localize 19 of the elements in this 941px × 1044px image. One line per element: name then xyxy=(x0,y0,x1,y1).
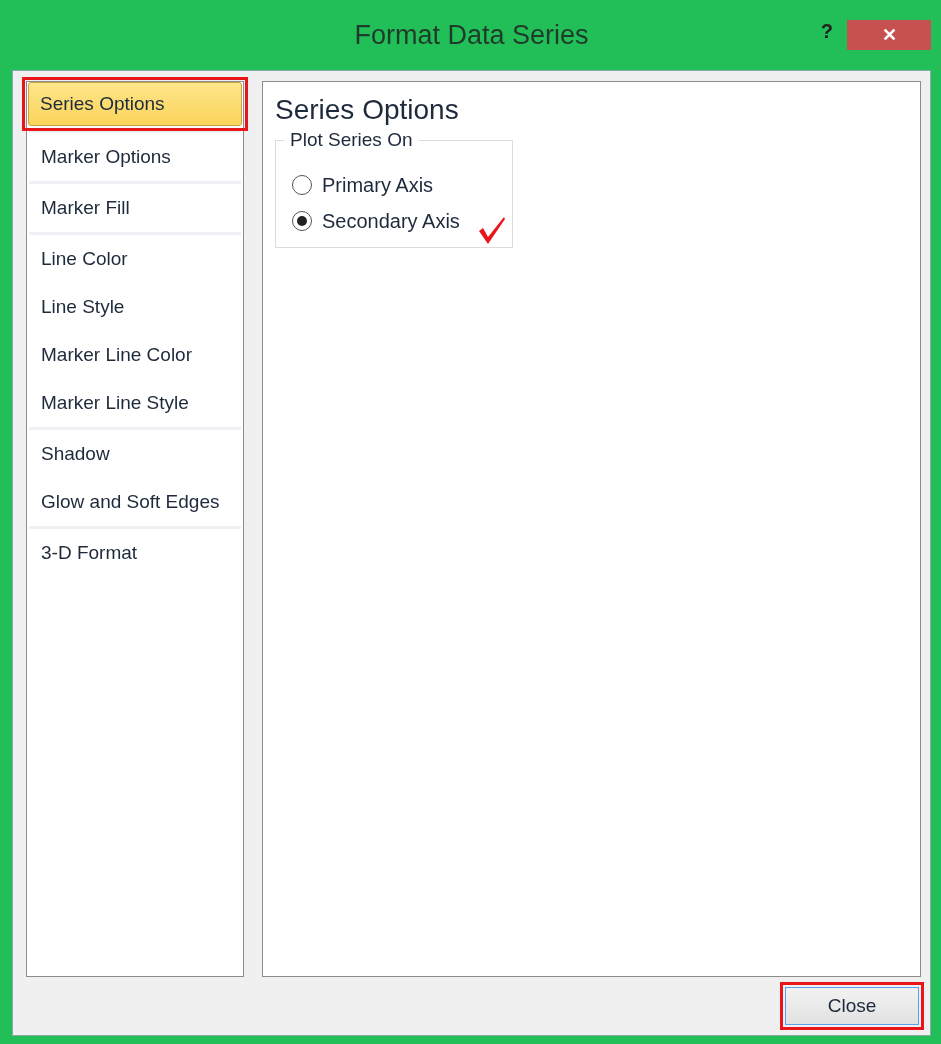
category-item[interactable]: Line Color xyxy=(29,237,241,281)
category-item[interactable]: Shadow xyxy=(29,432,241,476)
panel-heading: Series Options xyxy=(275,94,460,126)
category-item[interactable]: Glow and Soft Edges xyxy=(29,480,241,524)
category-item[interactable]: Marker Fill xyxy=(29,186,241,230)
category-item[interactable]: Series Options xyxy=(28,82,242,126)
category-item[interactable]: 3-D Format xyxy=(29,531,241,575)
category-item[interactable]: Marker Options xyxy=(29,135,241,179)
radio-label[interactable]: Primary Axis xyxy=(322,173,434,197)
category-item[interactable]: Marker Line Style xyxy=(29,381,241,425)
category-item[interactable]: Marker Line Color xyxy=(29,333,241,377)
radio-button[interactable] xyxy=(292,211,312,231)
close-button[interactable]: Close xyxy=(785,987,919,1025)
radio-button[interactable] xyxy=(292,175,312,195)
help-button[interactable]: ? xyxy=(820,20,833,43)
close-window-button[interactable]: ✕ xyxy=(847,20,931,50)
radio-label[interactable]: Secondary Axis xyxy=(322,209,460,233)
window-title: Format Data Series xyxy=(354,19,589,51)
category-item[interactable]: Line Style xyxy=(29,285,241,329)
